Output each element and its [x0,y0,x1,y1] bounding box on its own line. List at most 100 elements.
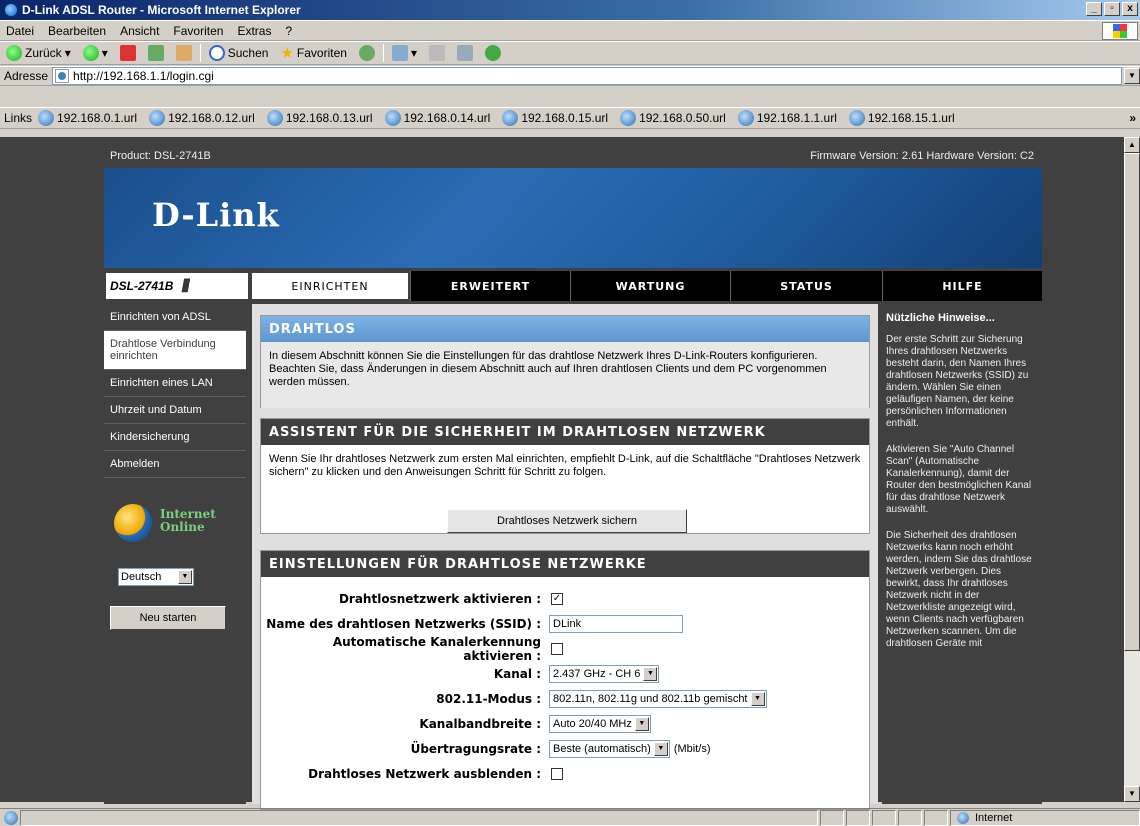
ssid-input[interactable]: DLink [549,615,683,633]
maximize-button[interactable]: ▫ [1104,2,1120,16]
help-title: Nützliche Hinweise... [886,312,995,324]
status-cell [924,809,948,826]
row-enable: Drahtlosnetzwerk aktivieren : ✓ [261,589,871,609]
language-select[interactable]: Deutsch ▼ [118,568,194,586]
forward-arrow-icon [82,45,99,61]
vertical-scrollbar[interactable]: ▲ ▼ [1124,137,1140,802]
history-button[interactable] [355,45,379,61]
globe-icon [957,811,969,824]
home-button[interactable] [172,45,196,61]
messenger-icon [484,45,501,61]
internet-label: Internet [160,507,216,521]
product-header: Product: DSL-2741B Firmware Version: 2.6… [104,146,1042,168]
row-hide: Drahtloses Netzwerk ausblenden : [261,764,871,784]
menu-bar: Datei Bearbeiten Ansicht Favoriten Extra… [0,20,1140,41]
favorites-button[interactable]: ★ Favoriten [276,44,350,62]
hide-checkbox[interactable] [551,768,563,780]
nav-time[interactable]: Uhrzeit und Datum [104,397,246,424]
scroll-down-button[interactable]: ▼ [1124,786,1140,802]
edit-button[interactable] [453,45,477,61]
address-bar: Adresse http://192.168.1.1/login.cgi ▼ [0,66,1140,86]
minimize-button[interactable]: _ [1086,2,1102,16]
bandwidth-label: Kanalbandbreite : [419,717,541,731]
forward-button[interactable]: ▾ [79,45,112,61]
link-icon [620,110,637,126]
nav-logout[interactable]: Abmelden [104,451,246,478]
nav-wireless[interactable]: Drahtlose Verbindung einrichten [104,331,246,370]
link-text: 192.168.0.15.url [521,111,609,125]
scroll-up-button[interactable]: ▲ [1124,137,1140,153]
link-icon [737,110,754,126]
print-button[interactable] [425,45,449,61]
restart-button[interactable]: Neu starten [110,606,226,630]
nav-lan[interactable]: Einrichten eines LAN [104,370,246,397]
autochannel-checkbox[interactable] [551,643,563,655]
menu-help[interactable]: ? [285,24,292,38]
tab-wartung[interactable]: WARTUNG [570,271,730,301]
link-item[interactable]: 192.168.0.14.url [384,110,491,126]
enable-checkbox[interactable]: ✓ [551,593,563,605]
refresh-button[interactable] [144,45,168,61]
rate-select[interactable]: Beste (automatisch) ▼ [549,740,670,758]
globe-icon [114,504,152,542]
link-item[interactable]: 192.168.0.1.url [38,110,137,126]
row-autochannel: Automatische Kanalerkennung aktivieren : [261,635,871,663]
scroll-thumb[interactable] [1124,153,1140,651]
mode-select[interactable]: 802.11n, 802.11g und 802.11b gemischt ▼ [549,690,767,708]
link-item[interactable]: 192.168.0.50.url [620,110,726,126]
address-input[interactable]: http://192.168.1.1/login.cgi [52,67,1122,85]
link-item[interactable]: 192.168.15.1.url [848,110,955,126]
main-tabs: DSL-2741B /// EINRICHTEN ERWEITERT WARTUN… [104,271,1042,301]
menu-datei[interactable]: Datei [6,24,34,38]
status-cell [846,809,870,826]
messenger-button[interactable] [481,45,505,61]
mail-button[interactable]: ▾ [388,45,421,61]
section-wizard: ASSISTENT FÜR DIE SICHERHEIT IM DRAHTLOS… [260,418,870,534]
nav-adsl[interactable]: Einrichten von ADSL [104,304,246,331]
stop-button[interactable] [116,45,140,61]
internet-status: Internet Online [114,500,224,550]
tab-status[interactable]: STATUS [730,271,882,301]
dlink-logo: D-Link [152,196,280,234]
address-dropdown-button[interactable]: ▼ [1124,68,1140,84]
main-panel: DRAHTLOS In diesem Abschnitt können Sie … [252,304,878,810]
link-item[interactable]: 192.168.0.15.url [502,110,608,126]
product-name: Product: DSL-2741B [110,150,211,162]
hide-label: Drahtloses Netzwerk ausblenden : [308,767,541,781]
model-badge: DSL-2741B /// [104,271,250,301]
history-icon [358,45,375,61]
link-item[interactable]: 192.168.0.13.url [266,110,373,126]
online-label: Online [160,520,205,534]
menu-bearbeiten[interactable]: Bearbeiten [48,24,106,38]
tab-erweitert[interactable]: ERWEITERT [410,271,570,301]
model-name: DSL-2741B [110,279,174,293]
link-item[interactable]: 192.168.1.1.url [737,110,837,126]
links-more-button[interactable]: » [1129,111,1136,125]
chevron-down-icon: ▼ [653,742,668,756]
row-channel: Kanal : 2.437 GHz - CH 6 ▼ [261,664,871,684]
close-button[interactable]: x [1122,2,1138,16]
chevron-down-icon: ▼ [178,570,192,584]
language-value: Deutsch [121,571,162,583]
secure-wireless-button[interactable]: Drahtloses Netzwerk sichern [447,509,687,533]
tab-einrichten[interactable]: EINRICHTEN [250,271,410,301]
refresh-icon [147,45,164,61]
menu-extras[interactable]: Extras [237,24,271,38]
link-text: 192.168.0.13.url [285,111,373,125]
link-text: 192.168.0.14.url [403,111,491,125]
back-button[interactable]: Zurück ▾ [2,45,75,61]
menu-favoriten[interactable]: Favoriten [173,24,223,38]
channel-select[interactable]: 2.437 GHz - CH 6 ▼ [549,665,660,683]
menu-ansicht[interactable]: Ansicht [120,24,159,38]
tab-hilfe[interactable]: HILFE [882,271,1042,301]
bandwidth-value: Auto 20/40 MHz [553,718,632,730]
search-button[interactable]: Suchen [205,45,273,61]
home-icon [175,45,192,61]
bandwidth-select[interactable]: Auto 20/40 MHz ▼ [549,715,651,733]
link-icon [384,110,401,126]
link-item[interactable]: 192.168.0.12.url [149,110,255,126]
nav-parental[interactable]: Kindersicherung [104,424,246,451]
autochannel-label: Automatische Kanalerkennung aktivieren : [332,635,541,663]
address-label: Adresse [4,69,49,83]
window-title: D-Link ADSL Router - Microsoft Internet … [22,3,301,17]
